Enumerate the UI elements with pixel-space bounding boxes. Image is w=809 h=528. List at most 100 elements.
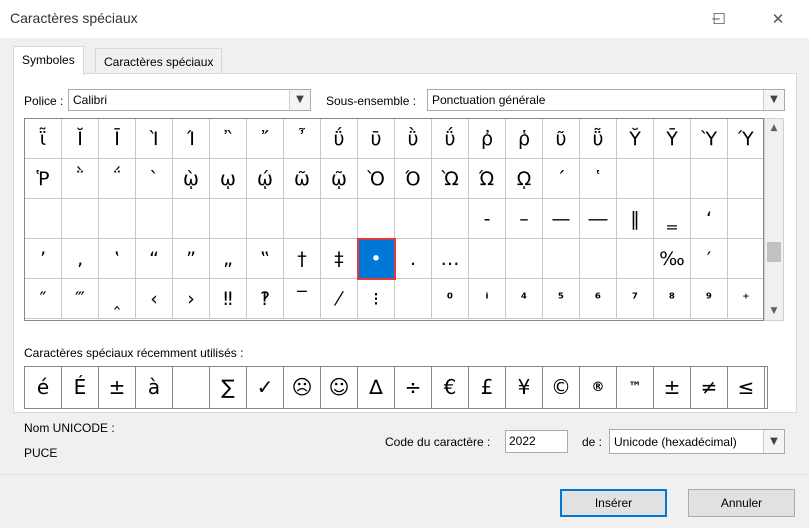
symbol-cell[interactable] [728,159,763,199]
recent-char-cell[interactable]: £ [469,367,506,408]
symbol-cell[interactable]: ⁰ [432,279,469,319]
symbol-cell[interactable]: ῏ [284,119,321,159]
symbol-cell[interactable] [432,199,469,239]
insert-button[interactable]: Insérer [560,489,667,517]
symbol-cell[interactable]: › [173,279,210,319]
symbol-cell[interactable] [395,199,432,239]
symbol-cell[interactable]: ῦ [543,119,580,159]
symbol-cell[interactable]: — [543,199,580,239]
symbol-cell[interactable]: ⁴ [506,279,543,319]
recent-char-cell[interactable]: © [543,367,580,408]
symbol-cell[interactable]: - [469,199,506,239]
symbol-cell[interactable] [284,199,321,239]
symbol-cell[interactable]: ´ [543,159,580,199]
symbol-cell[interactable]: … [432,239,469,279]
symbol-cell[interactable] [691,159,728,199]
symbol-cell[interactable]: ῎ [247,119,284,159]
symbol-cell[interactable]: ‽ [247,279,284,319]
symbol-cell[interactable]: ῾ [580,159,617,199]
symbol-cell[interactable]: ‡ [321,239,358,279]
recent-char-cell[interactable]: é [25,367,62,408]
symbol-cell[interactable]: ῲ [173,159,210,199]
grid-scrollbar[interactable]: ▲ ▼ [764,118,784,321]
symbol-cell[interactable]: ῷ [321,159,358,199]
recent-char-cell[interactable]: ∑ [210,367,247,408]
scroll-up-icon[interactable]: ▲ [765,119,783,137]
symbol-grid[interactable]: ῗ Ῐ Ῑ Ὶ Ί ῍ ῎ ῏ ΰ ῡ ῢ ΰ ῤ ῥ ῦ ῧ Ῠ Ῡ Ὺ Ύ Ῥ ῭ ΅ ` ῲ ῳ ῴ ῶ ῷ Ὸ Ό Ὼ Ώ ῼ ´ ῾ - – — ―… [24,118,764,321]
subset-select[interactable]: Ponctuation générale ▼ [427,89,785,111]
symbol-cell[interactable]: ΅ [99,159,136,199]
symbol-cell[interactable]: ῤ [469,119,506,159]
symbol-cell[interactable]: ⁺ [728,279,763,319]
symbol-cell[interactable]: † [284,239,321,279]
symbol-cell[interactable]: ” [173,239,210,279]
recent-char-cell[interactable]: ✓ [247,367,284,408]
symbol-cell[interactable] [247,199,284,239]
symbol-cell[interactable]: ῥ [506,119,543,159]
tab-caracteres-speciaux[interactable]: Caractères spéciaux [95,48,223,75]
scroll-down-icon[interactable]: ▼ [765,302,783,320]
symbol-cell[interactable] [654,159,691,199]
symbol-cell[interactable] [358,199,395,239]
symbol-cell[interactable]: Ὼ [432,159,469,199]
symbol-cell[interactable]: ″ [25,279,62,319]
symbol-cell[interactable]: ‘ [691,199,728,239]
symbol-cell[interactable] [728,199,763,239]
symbol-cell[interactable]: ‰ [654,239,691,279]
symbol-cell[interactable] [136,199,173,239]
symbol-cell[interactable]: ῭ [62,159,99,199]
symbol-cell[interactable]: ‚ [62,239,99,279]
symbol-cell[interactable]: ‖ [617,199,654,239]
recent-char-cell[interactable]: ¥ [506,367,543,408]
font-select[interactable]: Calibri ▼ [68,89,311,111]
symbol-cell[interactable]: ῧ [580,119,617,159]
recent-char-cell[interactable]: ≤ [728,367,765,408]
recent-char-cell[interactable]: ± [654,367,691,408]
recent-char-cell[interactable]: à [136,367,173,408]
char-code-input[interactable]: 2022 [505,430,568,453]
symbol-cell[interactable]: ⁹ [691,279,728,319]
symbol-cell[interactable]: “ [136,239,173,279]
symbol-cell[interactable]: ΰ [432,119,469,159]
symbol-cell[interactable]: ΰ [321,119,358,159]
symbol-cell[interactable]: • [357,238,396,280]
symbol-cell[interactable]: ⁱ [469,279,506,319]
symbol-cell[interactable]: ⁝ [358,279,395,319]
chevron-down-icon[interactable]: ▼ [763,430,784,453]
symbol-cell[interactable] [321,199,358,239]
symbol-cell[interactable]: Ύ [728,119,763,159]
recent-char-cell[interactable]: ± [99,367,136,408]
maximize-icon[interactable]: ☐ [704,6,734,32]
symbol-cell[interactable]: ῶ [284,159,321,199]
symbol-cell[interactable]: Ῠ [617,119,654,159]
symbol-cell[interactable]: Ό [395,159,432,199]
recent-char-cell[interactable]: ☹ [284,367,321,408]
symbol-cell[interactable]: Ώ [469,159,506,199]
symbol-cell[interactable]: ῡ [358,119,395,159]
symbol-cell[interactable]: ῳ [210,159,247,199]
cancel-button[interactable]: Annuler [688,489,795,517]
symbol-cell[interactable]: ῢ [395,119,432,159]
symbol-cell[interactable]: ‛ [99,239,136,279]
symbol-cell[interactable] [543,239,580,279]
symbol-cell[interactable] [173,199,210,239]
symbol-cell[interactable] [62,199,99,239]
symbol-cell[interactable] [728,239,763,279]
recent-char-cell[interactable]: ÷ [395,367,432,408]
symbol-cell[interactable] [506,239,543,279]
symbol-cell[interactable] [210,199,247,239]
symbol-cell[interactable]: ῴ [247,159,284,199]
chevron-down-icon[interactable]: ▼ [289,90,310,110]
scroll-thumb[interactable] [767,242,781,262]
symbol-cell[interactable]: Ὶ [136,119,173,159]
recent-char-cell[interactable]: É [62,367,99,408]
symbol-cell[interactable]: ‼ [210,279,247,319]
symbol-cell[interactable] [25,199,62,239]
symbol-cell[interactable]: ‹ [136,279,173,319]
symbol-cell[interactable]: ⁸ [654,279,691,319]
symbol-cell[interactable]: ⁶ [580,279,617,319]
symbol-cell[interactable]: ⁵ [543,279,580,319]
symbol-cell[interactable]: Ῥ [25,159,62,199]
symbol-cell[interactable]: ‾ [284,279,321,319]
symbol-cell[interactable] [617,159,654,199]
